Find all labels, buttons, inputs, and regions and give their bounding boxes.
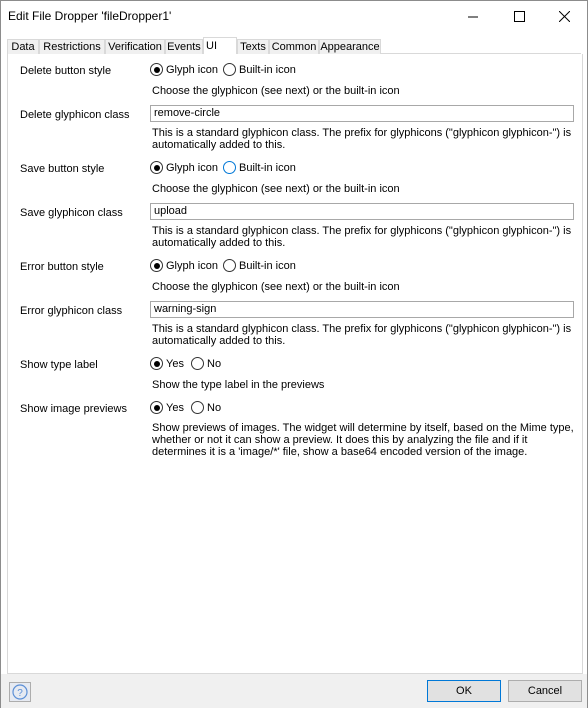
error-glyphicon-class-label: Error glyphicon class bbox=[20, 305, 123, 317]
radio-icon bbox=[150, 63, 163, 76]
maximize-icon bbox=[513, 11, 525, 22]
radio-icon bbox=[150, 357, 163, 370]
delete-class-description-2: automatically added to this. bbox=[152, 139, 286, 151]
tab-data[interactable]: Data bbox=[7, 39, 39, 54]
radio-label: No bbox=[207, 357, 222, 370]
delete-glyphicon-class-label: Delete glyphicon class bbox=[20, 109, 130, 121]
save-glyphicon-class-label: Save glyphicon class bbox=[20, 207, 123, 219]
radio-label: Yes bbox=[166, 357, 184, 370]
save-style-builtin-radio[interactable]: Built-in icon bbox=[223, 161, 296, 174]
error-style-glyph-radio[interactable]: Glyph icon bbox=[150, 259, 218, 272]
tab-ui[interactable]: UI bbox=[203, 37, 237, 55]
show-previews-no-radio[interactable]: No bbox=[191, 401, 221, 414]
show-type-yes-radio[interactable]: Yes bbox=[150, 357, 184, 370]
close-icon bbox=[558, 11, 570, 22]
show-type-no-radio[interactable]: No bbox=[191, 357, 221, 370]
error-style-description: Choose the glyphicon (see next) or the b… bbox=[152, 281, 400, 293]
delete-glyphicon-class-input[interactable]: remove-circle bbox=[150, 105, 574, 122]
radio-icon bbox=[191, 401, 204, 414]
error-style-builtin-radio[interactable]: Built-in icon bbox=[223, 259, 296, 272]
radio-icon bbox=[150, 401, 163, 414]
svg-text:?: ? bbox=[17, 688, 23, 699]
tab-common[interactable]: Common bbox=[269, 39, 319, 54]
error-class-description-2: automatically added to this. bbox=[152, 335, 286, 347]
close-button[interactable] bbox=[541, 1, 587, 32]
dialog-footer: ? OK Cancel bbox=[1, 674, 587, 708]
delete-style-builtin-radio[interactable]: Built-in icon bbox=[223, 63, 296, 76]
help-button[interactable]: ? bbox=[9, 682, 31, 702]
show-image-previews-label: Show image previews bbox=[20, 403, 127, 415]
error-glyphicon-class-input[interactable]: warning-sign bbox=[150, 301, 574, 318]
tab-events[interactable]: Events bbox=[165, 39, 203, 54]
show-previews-yes-radio[interactable]: Yes bbox=[150, 401, 184, 414]
show-previews-description-3: determines it is a 'image/*' file, show … bbox=[152, 446, 528, 458]
ui-tab-panel: Delete button style Glyph icon Built-in … bbox=[7, 54, 583, 674]
save-style-glyph-radio[interactable]: Glyph icon bbox=[150, 161, 218, 174]
tab-appearance[interactable]: Appearance bbox=[319, 39, 381, 54]
window-title: Edit File Dropper 'fileDropper1' bbox=[8, 9, 172, 23]
radio-icon bbox=[223, 259, 236, 272]
show-previews-description-2: whether or not it can show a preview. It… bbox=[152, 434, 528, 446]
radio-label: No bbox=[207, 401, 222, 414]
delete-style-description: Choose the glyphicon (see next) or the b… bbox=[152, 85, 400, 97]
show-previews-description-1: Show previews of images. The widget will… bbox=[152, 422, 574, 434]
radio-icon bbox=[191, 357, 204, 370]
radio-label: Built-in icon bbox=[239, 63, 296, 76]
radio-label: Built-in icon bbox=[239, 259, 296, 272]
save-class-description-2: automatically added to this. bbox=[152, 237, 286, 249]
radio-icon bbox=[223, 161, 236, 174]
radio-label: Built-in icon bbox=[239, 161, 296, 174]
minimize-icon bbox=[468, 16, 478, 17]
radio-label: Glyph icon bbox=[166, 161, 218, 174]
cancel-button[interactable]: Cancel bbox=[508, 680, 582, 702]
delete-style-glyph-radio[interactable]: Glyph icon bbox=[150, 63, 218, 76]
radio-label: Glyph icon bbox=[166, 63, 218, 76]
show-type-description: Show the type label in the previews bbox=[152, 379, 325, 391]
show-type-label-label: Show type label bbox=[20, 359, 98, 371]
title-bar: Edit File Dropper 'fileDropper1' bbox=[1, 1, 587, 32]
tab-restrictions[interactable]: Restrictions bbox=[39, 39, 105, 54]
delete-button-style-label: Delete button style bbox=[20, 65, 112, 77]
save-button-style-label: Save button style bbox=[20, 163, 105, 175]
save-glyphicon-class-input[interactable]: upload bbox=[150, 203, 574, 220]
radio-icon bbox=[223, 63, 236, 76]
ok-button[interactable]: OK bbox=[427, 680, 501, 702]
tab-strip: Data Restrictions Verification Events UI… bbox=[7, 37, 581, 55]
radio-icon bbox=[150, 161, 163, 174]
error-button-style-label: Error button style bbox=[20, 261, 104, 273]
minimize-button[interactable] bbox=[450, 1, 496, 32]
error-class-description-1: This is a standard glyphicon class. The … bbox=[152, 323, 572, 335]
save-style-description: Choose the glyphicon (see next) or the b… bbox=[152, 183, 400, 195]
tab-texts[interactable]: Texts bbox=[237, 39, 269, 54]
radio-label: Glyph icon bbox=[166, 259, 218, 272]
dialog-window: Edit File Dropper 'fileDropper1' Data Re… bbox=[0, 0, 588, 708]
save-class-description-1: This is a standard glyphicon class. The … bbox=[152, 225, 572, 237]
delete-class-description-1: This is a standard glyphicon class. The … bbox=[152, 127, 572, 139]
radio-label: Yes bbox=[166, 401, 184, 414]
radio-icon bbox=[150, 259, 163, 272]
maximize-button[interactable] bbox=[496, 1, 542, 32]
help-icon: ? bbox=[12, 684, 28, 700]
tab-verification[interactable]: Verification bbox=[105, 39, 165, 54]
